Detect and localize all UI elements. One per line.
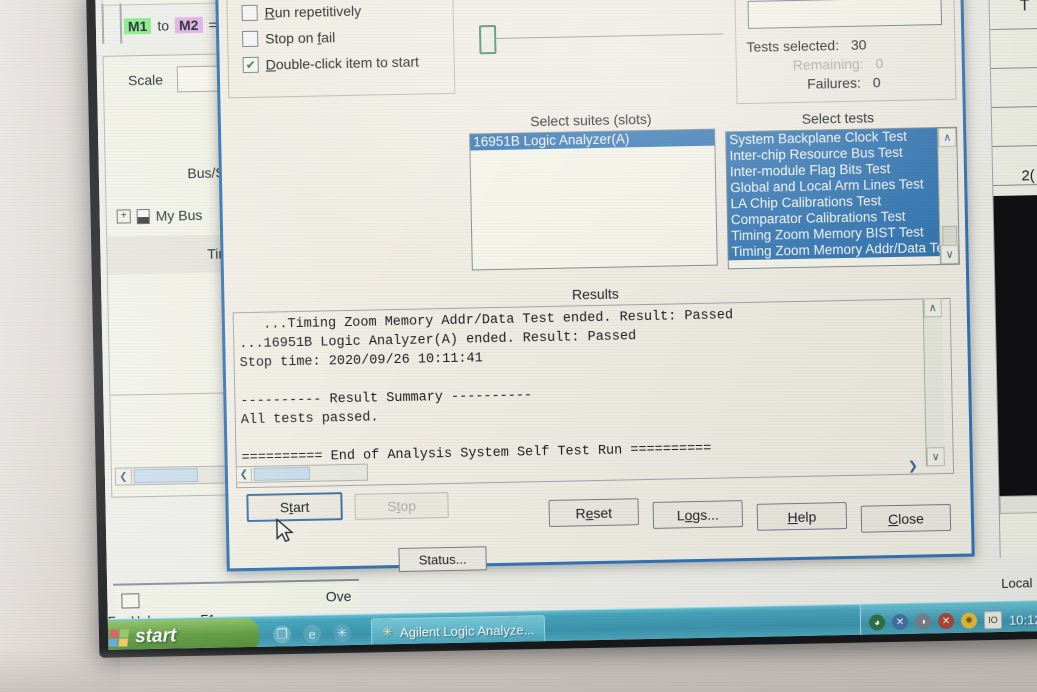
reporting-level-label: Set reporting level: Current = 0 — [476, 0, 752, 1]
marker-to-word: to — [157, 17, 170, 34]
chevron-down-icon[interactable]: ∨ — [940, 244, 959, 265]
scroll-left-icon[interactable]: ❮ — [115, 469, 133, 484]
help-button-label: Help — [787, 508, 817, 525]
waveform-hscrollbar[interactable]: ❯ — [999, 494, 1037, 514]
stat-failures: Failures: 0 — [807, 74, 881, 91]
clock[interactable]: 10:12 AM — [1009, 611, 1037, 627]
select-suites-label: Select suites (slots) — [530, 110, 652, 130]
agilent-icon: ✳ — [381, 624, 394, 640]
self-test-dialog: Select options IInclude interactive test… — [214, 0, 975, 572]
stat-value: 0 — [872, 74, 881, 91]
mode-label: Local — [1001, 574, 1033, 591]
stat-label: Failures: — [807, 74, 862, 92]
right-row-4 — [991, 106, 1037, 148]
monitor-photo: ▤▤▤ ▤➔ ⊥⊥⊥ Trig M1 to M2 = Scale — [0, 0, 1037, 692]
close-button[interactable]: Close — [860, 503, 952, 533]
right-row-3 — [990, 67, 1037, 109]
network-icon[interactable]: ◕ — [868, 614, 886, 631]
scroll-right-icon[interactable]: ❯ — [908, 459, 918, 473]
suite-item[interactable]: 16951B Logic Analyzer(A) — [470, 129, 715, 151]
checkbox-box[interactable] — [241, 4, 258, 22]
stat-remaining: Remaining: 0 — [793, 55, 884, 73]
results-textarea[interactable]: ...Timing Zoom Memory Addr/Data Test end… — [232, 297, 955, 489]
monitor-screen: ▤▤▤ ▤➔ ⊥⊥⊥ Trig M1 to M2 = Scale — [95, 0, 1037, 650]
row-my-bus-label: My Bus — [155, 206, 203, 224]
checkbox-label: Run repetitively — [264, 2, 362, 21]
scrollbar-thumb[interactable] — [253, 466, 311, 481]
marker-m1[interactable]: M1 — [123, 17, 152, 35]
marker-bar-divider — [101, 3, 123, 44]
overview-icon — [121, 592, 140, 609]
checkbox-box-checked[interactable]: ✔ — [242, 56, 259, 74]
start-label: start — [134, 625, 177, 648]
close-button-label: Close — [887, 509, 924, 527]
expand-plus-icon[interactable]: + — [116, 209, 131, 224]
desk-surface — [0, 648, 1037, 692]
bus-chip-icon — [136, 208, 150, 224]
waveform-area[interactable] — [993, 194, 1037, 496]
marker-m2[interactable]: M2 — [174, 16, 203, 34]
stat-tests-selected: Tests selected: 30 — [746, 37, 866, 55]
media-icon[interactable]: ✳ — [332, 623, 352, 643]
reset-button[interactable]: Reset — [548, 498, 640, 527]
taskbar-item-label: Agilent Logic Analyze... — [399, 621, 535, 640]
quick-launch-bar: ❐ e ✳ — [259, 623, 365, 644]
scroll-left-icon[interactable]: ❮ — [236, 467, 253, 482]
io-icon[interactable]: IO — [983, 610, 1003, 630]
select-tests-listbox[interactable]: System Backplane Clock Test Inter-chip R… — [725, 126, 960, 270]
scrollbar-thumb[interactable] — [133, 468, 199, 484]
checkbox-box[interactable] — [242, 30, 259, 48]
right-row-label: T — [989, 0, 1037, 31]
start-button[interactable]: Start — [246, 492, 343, 523]
right-label: T — [1019, 0, 1030, 15]
start-button-taskbar[interactable]: start — [99, 617, 260, 650]
right-value: 2( — [1021, 167, 1035, 185]
windows-flag-icon — [108, 628, 130, 647]
results-scrollbar[interactable]: ∧ ∨ — [922, 298, 945, 467]
show-desktop-icon[interactable]: ❐ — [272, 625, 292, 644]
volume-icon[interactable]: ◑ — [914, 613, 932, 630]
checkbox-double-click-item-to-start[interactable]: ✔ Double-click item to start — [242, 48, 453, 78]
select-tests-label: Select tests — [801, 109, 875, 127]
overview-label: Ove — [325, 587, 352, 605]
help-button[interactable]: Help — [756, 502, 848, 531]
chevron-up-icon[interactable]: ∧ — [938, 127, 957, 148]
select-options-group: Select options IInclude interactive test… — [225, 0, 456, 99]
start-button-label: Start — [279, 498, 310, 516]
right-row-5: 2( — [992, 145, 1037, 187]
security-alert-icon[interactable]: ✕ — [937, 612, 955, 630]
checkbox-label: Double-click item to start — [265, 53, 420, 73]
test-item[interactable]: Timing Zoom Memory Addr/Data Te — [728, 240, 944, 261]
reporting-level-track[interactable] — [485, 33, 724, 40]
logs-button-label: Logs... — [676, 506, 719, 523]
row-scale-label: Scale — [127, 71, 164, 89]
results-hscrollbar[interactable]: ❮ — [235, 463, 369, 484]
stat-value: 0 — [875, 55, 884, 72]
progress-statistics-group: Progress & Statistics Overall Tests sele… — [733, 0, 957, 105]
stat-value: 30 — [850, 36, 867, 53]
stop-button: Stop — [354, 492, 449, 520]
update-icon[interactable]: ✸ — [960, 612, 978, 629]
checkbox-label: Stop on fail — [265, 29, 336, 47]
select-suites-listbox[interactable]: 16951B Logic Analyzer(A) — [469, 128, 718, 271]
internet-explorer-icon[interactable]: e — [302, 624, 322, 643]
mode-indicator: Local — [997, 571, 1037, 594]
chevron-down-icon[interactable]: ∨ — [926, 447, 945, 467]
right-row-2 — [990, 28, 1037, 70]
stop-button-label: Stop — [387, 497, 417, 515]
usb-icon[interactable]: ✕ — [891, 613, 909, 631]
overall-progress-bar — [747, 0, 943, 29]
reset-button-label: Reset — [575, 504, 613, 521]
chevron-up-icon[interactable]: ∧ — [923, 298, 942, 318]
status-button[interactable]: Status... — [398, 546, 487, 573]
logs-button[interactable]: Logs... — [652, 500, 744, 529]
stat-label: Remaining: — [792, 55, 864, 74]
select-tests-scrollbar[interactable]: ∧ ∨ — [937, 127, 959, 265]
reporting-level-slider[interactable] — [478, 24, 497, 55]
stat-label: Tests selected: — [746, 37, 840, 55]
